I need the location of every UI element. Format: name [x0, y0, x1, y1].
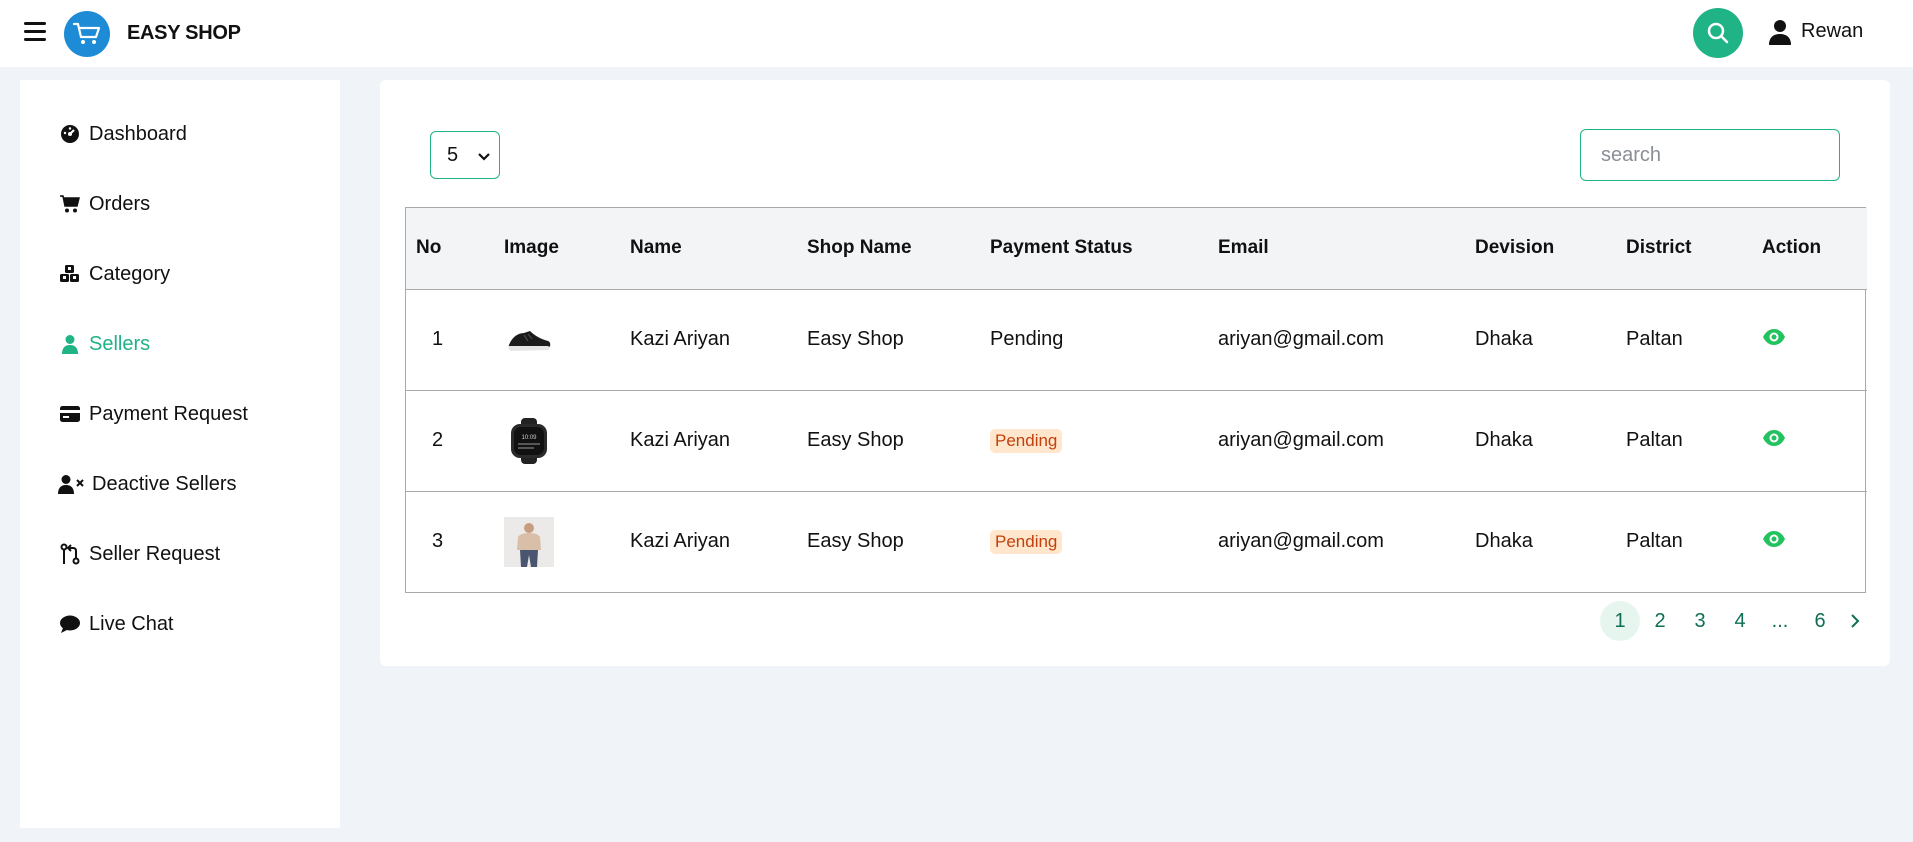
git-pull-request-icon: [58, 542, 82, 566]
column-header: Devision: [1465, 208, 1616, 290]
view-eye-icon[interactable]: [1762, 429, 1786, 453]
sidebar-item-label: Orders: [89, 192, 151, 215]
column-header: Image: [494, 208, 620, 290]
seller-name: Kazi Ariyan: [630, 429, 731, 451]
page-4-button[interactable]: 4: [1720, 601, 1760, 641]
next-page-button[interactable]: [1840, 601, 1870, 641]
hamburger-menu-icon[interactable]: [24, 22, 46, 42]
seller-district: Paltan: [1626, 530, 1683, 553]
table-header-row: No Image Name Shop Name Payment Status E…: [406, 208, 1867, 290]
view-eye-icon[interactable]: [1762, 530, 1786, 554]
seller-name: Kazi Ariyan: [630, 530, 731, 553]
top-header: EASY SHOP Rewan: [0, 0, 1913, 67]
column-header: Shop Name: [797, 208, 980, 290]
per-page-value: 5: [447, 143, 459, 166]
table-row: 2 10:09 Kazi Ariyan Easy Shop Pending ar…: [406, 390, 1867, 491]
page-ellipsis: ...: [1771, 609, 1789, 632]
sidebar-item-label: Payment Request: [89, 402, 248, 425]
person-image: [504, 516, 554, 567]
page-1-button[interactable]: 1: [1600, 601, 1640, 641]
sidebar-item-category[interactable]: Category: [58, 262, 170, 286]
seller-division: Dhaka: [1475, 530, 1533, 553]
sidebar-item-seller-request[interactable]: Seller Request: [58, 542, 220, 566]
column-header: Payment Status: [980, 208, 1208, 290]
sellers-panel: 5 No Image Name Shop Name Payment Status…: [380, 80, 1890, 666]
sellers-table: No Image Name Shop Name Payment Status E…: [405, 207, 1867, 593]
dashboard-icon: [58, 122, 82, 146]
user-avatar-icon[interactable]: [1768, 18, 1792, 51]
sidebar-item-label: Seller Request: [89, 542, 221, 565]
cubes-icon: [58, 262, 82, 286]
credit-card-icon: [58, 402, 82, 426]
column-header: District: [1616, 208, 1752, 290]
sidebar-item-deactive-sellers[interactable]: Deactive Sellers: [58, 472, 237, 496]
row-number: 3: [432, 530, 444, 553]
action-cell: [1752, 390, 1867, 491]
shop-logo: [64, 11, 110, 57]
sidebar-item-label: Live Chat: [89, 612, 174, 635]
table-row: 1 Kazi Ariyan Easy Shop Pending ariyan@g…: [406, 289, 1867, 390]
status-badge: Pending: [990, 529, 1063, 554]
user-icon: [58, 332, 82, 356]
action-cell: [1752, 289, 1867, 390]
smartwatch-image: 10:09: [504, 415, 554, 466]
search-input[interactable]: [1580, 129, 1840, 181]
page-3-button[interactable]: 3: [1680, 601, 1720, 641]
brand-name: EASY SHOP: [127, 22, 241, 44]
view-eye-icon[interactable]: [1762, 328, 1786, 352]
chevron-down-icon: [477, 147, 491, 170]
seller-name: Kazi Ariyan: [630, 328, 731, 350]
user-x-icon: [58, 472, 85, 496]
payment-status-cell: Pending: [980, 390, 1208, 491]
sidebar-item-sellers[interactable]: Sellers: [58, 332, 150, 356]
column-header: No: [406, 208, 494, 290]
shop-name: Easy Shop: [807, 328, 904, 350]
per-page-select[interactable]: 5: [430, 131, 500, 179]
sidebar-item-label: Dashboard: [89, 122, 187, 145]
status-badge: Pending: [990, 428, 1063, 453]
sidebar: Dashboard Orders Category Sellers Paymen…: [20, 80, 340, 828]
sneaker-image: [504, 314, 554, 365]
user-name[interactable]: Rewan: [1801, 20, 1863, 43]
pagination: 1 2 3 4 ... 6: [1600, 601, 1870, 641]
page-6-button[interactable]: 6: [1800, 601, 1840, 641]
seller-division: Dhaka: [1475, 429, 1533, 451]
search-icon: [1707, 22, 1729, 44]
cart-icon: [58, 192, 82, 216]
row-image-cell: [494, 289, 620, 390]
sidebar-item-live-chat[interactable]: Live Chat: [58, 612, 174, 636]
chat-bubble-icon: [58, 612, 82, 636]
payment-status-cell: Pending: [980, 491, 1208, 592]
sidebar-item-label: Category: [89, 262, 171, 285]
column-header: Action: [1752, 208, 1867, 290]
column-header: Email: [1208, 208, 1465, 290]
seller-email: ariyan@gmail.com: [1218, 429, 1384, 451]
sidebar-item-label: Sellers: [89, 332, 151, 355]
payment-status: Pending: [990, 328, 1064, 350]
sidebar-item-payment-request[interactable]: Payment Request: [58, 402, 248, 426]
action-cell: [1752, 491, 1867, 592]
cart-logo-icon: [72, 22, 101, 44]
seller-district: Paltan: [1626, 429, 1683, 451]
row-image-cell: 10:09: [494, 390, 620, 491]
seller-email: ariyan@gmail.com: [1218, 328, 1384, 350]
table-row: 3 Kazi Ariyan Easy Shop Pending ariyan@g…: [406, 491, 1867, 592]
row-number: 1: [432, 328, 444, 350]
row-image-cell: [494, 491, 620, 592]
shop-name: Easy Shop: [807, 530, 904, 553]
header-search-button[interactable]: [1693, 8, 1743, 58]
svg-text:10:09: 10:09: [521, 435, 537, 441]
sidebar-item-dashboard[interactable]: Dashboard: [58, 122, 187, 146]
sidebar-item-label: Deactive Sellers: [92, 472, 237, 495]
seller-email: ariyan@gmail.com: [1218, 530, 1384, 553]
chevron-right-icon: [1851, 614, 1860, 628]
seller-district: Paltan: [1626, 328, 1683, 350]
page-2-button[interactable]: 2: [1640, 601, 1680, 641]
row-number: 2: [432, 429, 444, 451]
column-header: Name: [620, 208, 797, 290]
sidebar-item-orders[interactable]: Orders: [58, 192, 150, 216]
seller-division: Dhaka: [1475, 328, 1533, 350]
shop-name: Easy Shop: [807, 429, 904, 451]
